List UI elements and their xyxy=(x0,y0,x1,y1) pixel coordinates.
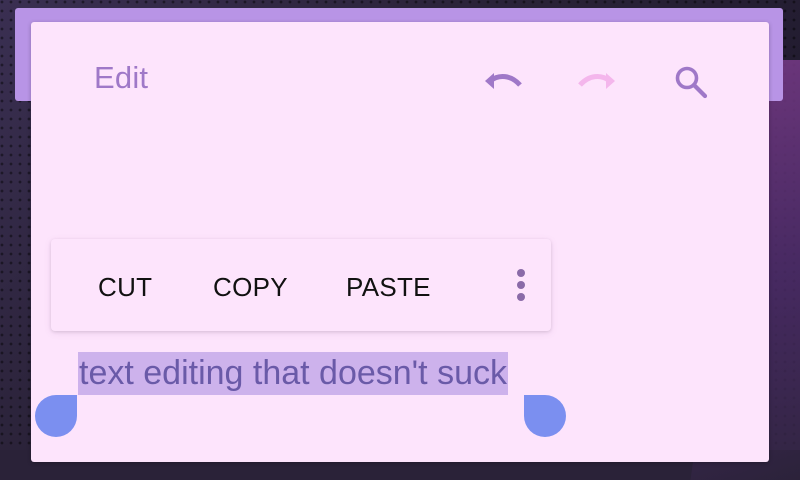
undo-button[interactable] xyxy=(479,58,527,106)
more-vert-icon-dot xyxy=(517,293,525,301)
paste-button[interactable]: PASTE xyxy=(346,272,431,303)
more-vert-icon-dot xyxy=(517,269,525,277)
text-selection-toolbar: CUT COPY PASTE xyxy=(51,239,551,331)
redo-button[interactable] xyxy=(573,58,621,106)
page-title: Edit xyxy=(94,60,149,95)
more-options-button[interactable] xyxy=(506,267,536,303)
redo-icon xyxy=(578,73,615,89)
copy-button[interactable]: COPY xyxy=(213,272,288,303)
selection-start-handle[interactable] xyxy=(35,395,77,437)
selection-end-handle[interactable] xyxy=(524,395,566,437)
editor-card: Edit CUT COPY PASTE text editing that do… xyxy=(31,22,769,462)
search-button[interactable] xyxy=(667,58,715,106)
undo-icon xyxy=(485,73,522,89)
selected-text[interactable]: text editing that doesn't suck xyxy=(78,352,508,395)
cut-button[interactable]: CUT xyxy=(98,272,152,303)
more-vert-icon-dot xyxy=(517,281,525,289)
search-icon xyxy=(675,66,708,99)
